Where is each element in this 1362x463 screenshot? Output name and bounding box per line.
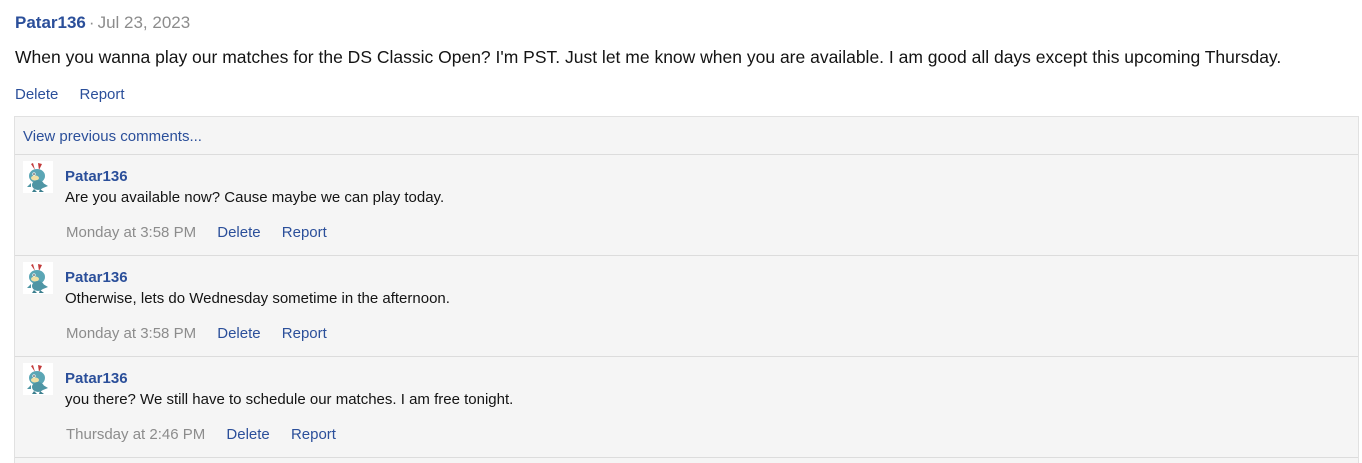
comments-list: View previous comments... Patar136 Are y… xyxy=(14,116,1359,463)
comment-text: Otherwise, lets do Wednesday sometime in… xyxy=(65,290,450,307)
avatar[interactable] xyxy=(23,363,53,395)
view-previous-comments-link[interactable]: View previous comments... xyxy=(23,127,202,147)
comment-item: Patar136 Otherwise, lets do Wednesday so… xyxy=(15,256,1358,357)
post-body: When you wanna play our matches for the … xyxy=(15,47,1282,67)
post-delete-link[interactable]: Delete xyxy=(15,86,58,103)
comment-report-link[interactable]: Report xyxy=(282,224,327,241)
avatar[interactable] xyxy=(23,262,53,294)
pokemon-avatar-icon xyxy=(23,161,53,193)
comment-report-link[interactable]: Report xyxy=(291,426,336,443)
comment-text: Are you available now? Cause maybe we ca… xyxy=(65,189,445,206)
post-header: Patar136 · Jul 23, 2023 xyxy=(15,12,190,34)
pokemon-avatar-icon xyxy=(23,262,53,294)
comment-item: Patar136 you there? We still have to sch… xyxy=(15,357,1358,458)
profile-post: Patar136 · Jul 23, 2023 When you wanna pla… xyxy=(0,0,1362,463)
comment-delete-link[interactable]: Delete xyxy=(217,224,260,241)
comment-username-link[interactable]: Patar136 xyxy=(65,167,128,187)
comment-meta: Thursday at 2:46 PM Delete Report xyxy=(66,425,336,445)
comment-time[interactable]: Thursday at 2:46 PM xyxy=(66,426,205,443)
post-report-link[interactable]: Report xyxy=(80,86,125,103)
comment-time[interactable]: Monday at 3:58 PM xyxy=(66,325,196,342)
comment-username-link[interactable]: Patar136 xyxy=(65,268,128,288)
post-date[interactable]: Jul 23, 2023 xyxy=(98,13,191,32)
post-actions: Delete Report xyxy=(15,85,125,105)
comment-time[interactable]: Monday at 3:58 PM xyxy=(66,224,196,241)
post-username-link[interactable]: Patar136 xyxy=(15,13,86,32)
avatar[interactable] xyxy=(23,161,53,193)
comment-item: Patar136 Are you available now? Cause ma… xyxy=(15,155,1358,256)
comment-meta: Monday at 3:58 PM Delete Report xyxy=(66,223,327,243)
comment-delete-link[interactable]: Delete xyxy=(226,426,269,443)
comment-delete-link[interactable]: Delete xyxy=(217,325,260,342)
comment-text: you there? We still have to schedule our… xyxy=(65,391,514,408)
pokemon-avatar-icon xyxy=(23,363,53,395)
comment-report-link[interactable]: Report xyxy=(282,325,327,342)
separator: · xyxy=(88,13,95,32)
view-previous-row: View previous comments... xyxy=(15,117,1358,155)
comment-meta: Monday at 3:58 PM Delete Report xyxy=(66,324,327,344)
comment-username-link[interactable]: Patar136 xyxy=(65,369,128,389)
